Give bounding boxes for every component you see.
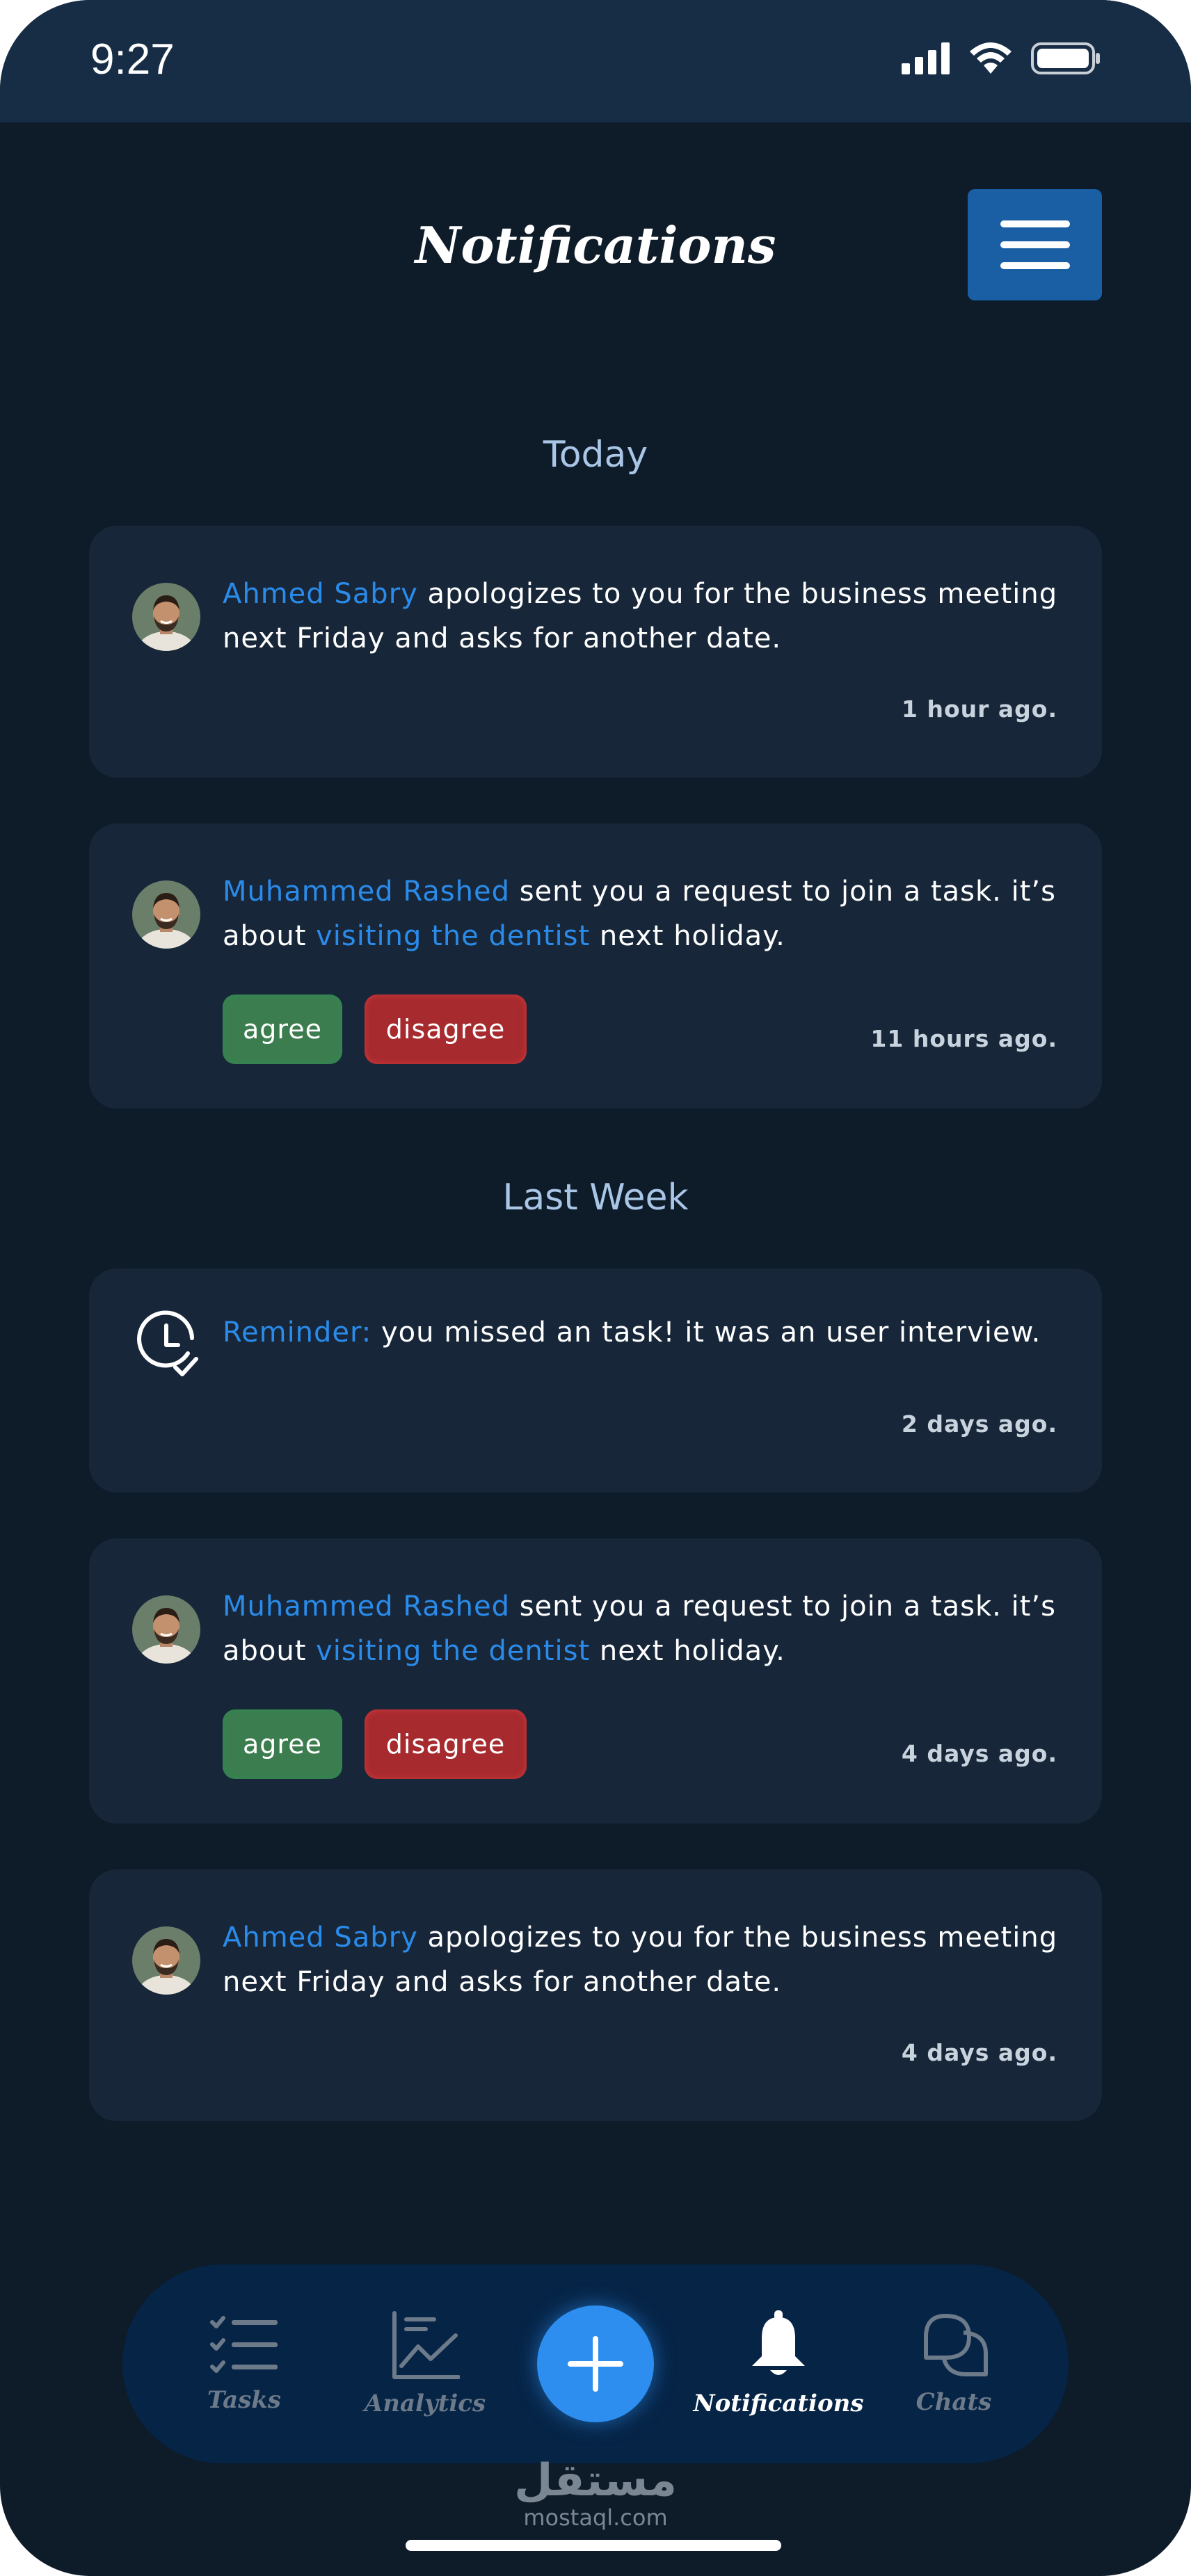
task-link[interactable]: visiting the dentist bbox=[316, 1635, 590, 1667]
agree-button[interactable]: agree bbox=[223, 1709, 342, 1779]
notification-card[interactable]: Muhammed Rashed sent you a request to jo… bbox=[89, 823, 1102, 1109]
nav-analytics-label: Analytics bbox=[364, 2390, 486, 2417]
menu-button[interactable] bbox=[968, 189, 1102, 300]
add-task-button[interactable] bbox=[537, 2305, 654, 2422]
notification-time: 4 days ago. bbox=[901, 2039, 1057, 2066]
notification-time: 11 hours ago. bbox=[870, 1025, 1057, 1052]
watermark-latin: mostaql.com bbox=[523, 2504, 668, 2531]
notification-text: Ahmed Sabry apologizes to you for the bu… bbox=[223, 1922, 1058, 1998]
battery-icon bbox=[1031, 42, 1100, 74]
status-time: 9:27 bbox=[90, 35, 175, 83]
status-icons bbox=[902, 42, 1101, 75]
notification-text: Muhammed Rashed sent you a request to jo… bbox=[223, 876, 1056, 952]
notification-text: Muhammed Rashed sent you a request to jo… bbox=[223, 1591, 1056, 1667]
menu-icon bbox=[1000, 220, 1070, 227]
notification-card[interactable]: Muhammed Rashed sent you a request to jo… bbox=[89, 1538, 1102, 1824]
task-link[interactable]: visiting the dentist bbox=[316, 920, 590, 952]
reminder-label: Reminder: bbox=[223, 1317, 372, 1349]
notification-text: Reminder: you missed an task! it was an … bbox=[223, 1317, 1041, 1349]
home-indicator[interactable] bbox=[406, 2540, 781, 2551]
notification-time: 1 hour ago. bbox=[902, 695, 1057, 723]
disagree-button[interactable]: disagree bbox=[365, 1709, 527, 1779]
notification-time: 2 days ago. bbox=[901, 1410, 1057, 1438]
user-name-link[interactable]: Ahmed Sabry bbox=[223, 1922, 418, 1954]
notification-card[interactable]: Ahmed Sabry apologizes to you for the bu… bbox=[89, 1869, 1102, 2121]
section-today: Today bbox=[543, 434, 648, 476]
avatar bbox=[132, 1926, 200, 1995]
disagree-button[interactable]: disagree bbox=[365, 995, 527, 1064]
nav-tasks[interactable]: Tasks bbox=[185, 2264, 303, 2463]
phone-screen: 9:27 Notifications Today Ahmed Sabry apo… bbox=[0, 0, 1191, 2576]
watermark: مستقل mostaql.com bbox=[0, 2456, 1191, 2530]
agree-button[interactable]: agree bbox=[223, 995, 342, 1064]
avatar bbox=[132, 880, 200, 949]
watermark-arabic: مستقل bbox=[513, 2455, 678, 2506]
avatar bbox=[132, 583, 200, 651]
user-name-link[interactable]: Muhammed Rashed bbox=[223, 1591, 510, 1623]
nav-tasks-label: Tasks bbox=[207, 2386, 281, 2414]
clock-check-icon bbox=[137, 1310, 198, 1376]
signal-icon bbox=[902, 42, 950, 74]
nav-notifications[interactable]: Notifications bbox=[692, 2264, 865, 2463]
plus-icon bbox=[568, 2336, 623, 2392]
notification-time: 4 days ago. bbox=[901, 1740, 1057, 1767]
avatar bbox=[132, 1595, 200, 1664]
status-bar: 9:27 bbox=[0, 0, 1191, 122]
bell-icon bbox=[752, 2310, 805, 2375]
nav-chats[interactable]: Chats bbox=[895, 2264, 1013, 2463]
tasks-icon bbox=[210, 2316, 278, 2373]
analytics-icon bbox=[392, 2311, 460, 2379]
section-last-week: Last Week bbox=[502, 1177, 689, 1218]
nav-analytics[interactable]: Analytics bbox=[345, 2264, 505, 2463]
nav-notifications-label: Notifications bbox=[693, 2390, 864, 2417]
notification-card[interactable]: Reminder: you missed an task! it was an … bbox=[89, 1269, 1102, 1492]
bottom-nav: Tasks Analytics Notifications Chats bbox=[122, 2264, 1069, 2463]
chats-icon bbox=[924, 2314, 988, 2376]
user-name-link[interactable]: Ahmed Sabry bbox=[223, 578, 418, 610]
wifi-icon bbox=[970, 42, 1012, 74]
user-name-link[interactable]: Muhammed Rashed bbox=[223, 876, 510, 908]
nav-chats-label: Chats bbox=[916, 2388, 992, 2416]
notification-text: Ahmed Sabry apologizes to you for the bu… bbox=[223, 578, 1058, 654]
notification-card[interactable]: Ahmed Sabry apologizes to you for the bu… bbox=[89, 526, 1102, 778]
